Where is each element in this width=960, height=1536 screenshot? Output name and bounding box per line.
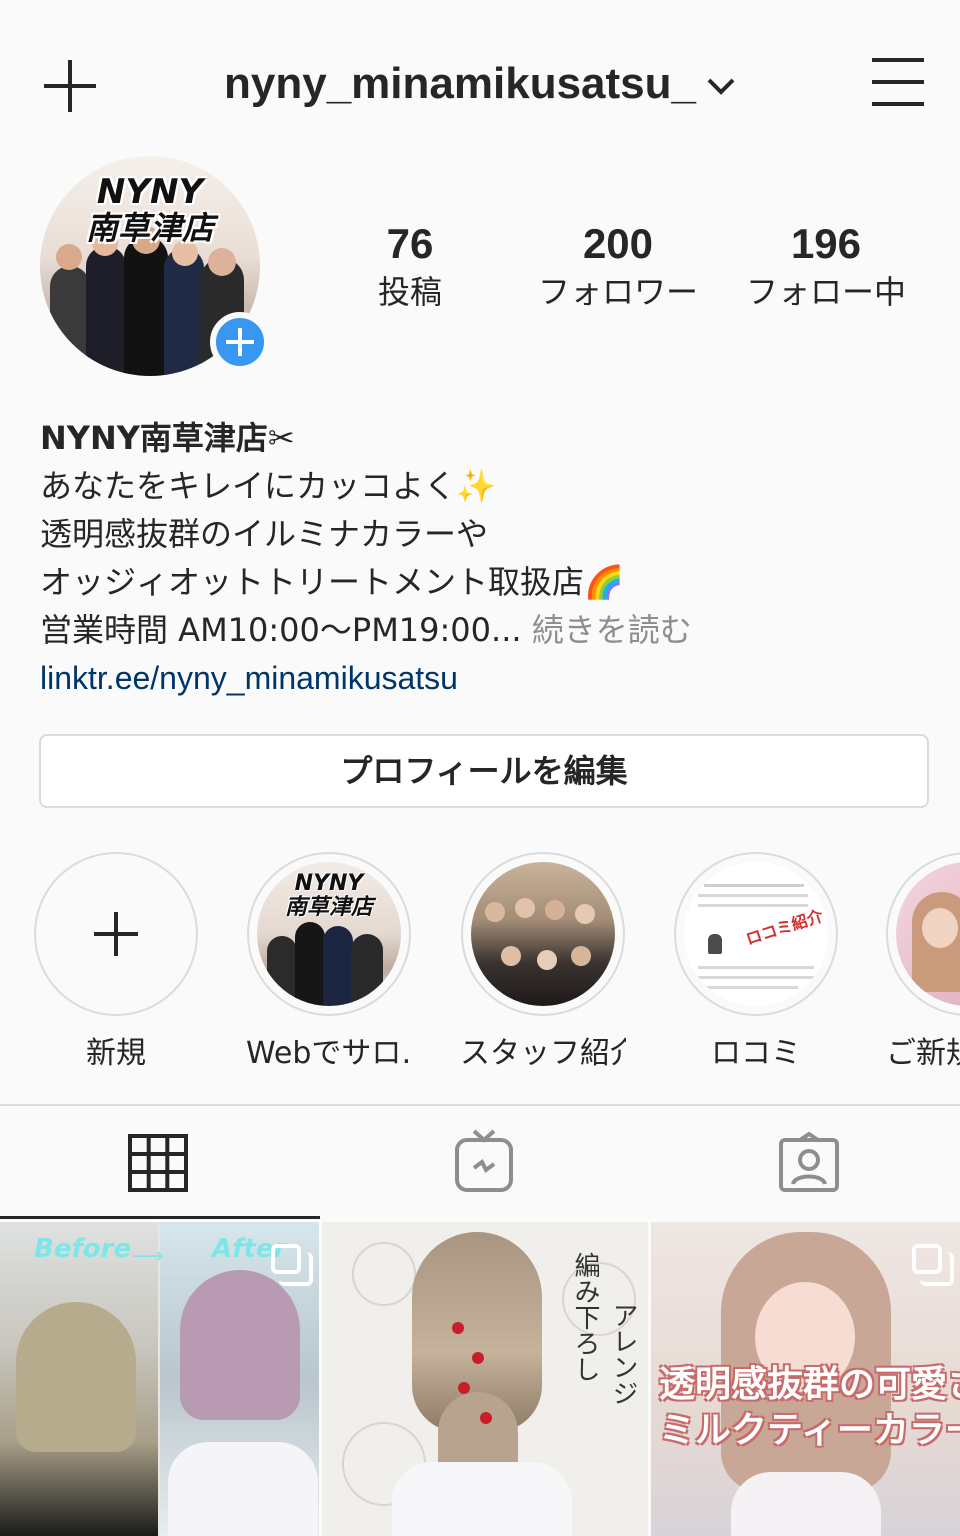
account-switcher[interactable]: nyny_minamikusatsu_ xyxy=(0,58,960,109)
edit-profile-button[interactable]: プロフィールを編集 xyxy=(39,734,929,808)
multiple-photos-icon xyxy=(271,1244,313,1286)
post-thumbnail-1[interactable]: Before After ⟶ xyxy=(0,1222,319,1536)
post-caption-line: ミルクティーカラー xyxy=(659,1410,960,1451)
highlight-ring: NYNY 南草津店 xyxy=(247,852,411,1016)
following-label: フォロー中 xyxy=(745,273,906,311)
bio-link[interactable]: linktr.ee/nyny_minamikusatsu xyxy=(40,654,930,702)
grid-icon xyxy=(128,1134,188,1192)
post-thumbnail-2[interactable]: 編み下ろし アレンジ xyxy=(322,1222,648,1536)
highlight-stamp: NYNY 南草津店 xyxy=(284,871,373,920)
igtv-icon xyxy=(455,1129,513,1192)
highlight-new-customer[interactable]: ご新規 xyxy=(886,852,960,1074)
posts-count: 76 xyxy=(386,220,434,267)
business-hours: 営業時間 AM10:00〜PM19:00... xyxy=(40,611,522,649)
read-more-link[interactable]: 続きを読む xyxy=(532,611,692,649)
stat-following[interactable]: 196 フォロー中 xyxy=(726,218,926,314)
tab-tagged[interactable] xyxy=(640,1106,960,1218)
stat-posts[interactable]: 76 投稿 xyxy=(310,218,510,314)
highlight-ring: ロコミ紹介 xyxy=(674,852,838,1016)
before-label: Before xyxy=(34,1234,132,1264)
highlight-staff[interactable]: スタッフ紹介 xyxy=(460,852,626,1074)
avatar-stamp: NYNY 南草津店 xyxy=(85,172,214,247)
highlight-label: ご新規 xyxy=(886,1036,960,1071)
post-caption-line: 透明感抜群の可愛さ xyxy=(659,1364,960,1405)
posts-label: 投稿 xyxy=(377,273,442,311)
active-tab-indicator xyxy=(0,1216,320,1219)
plus-icon xyxy=(94,912,138,956)
highlight-label: 新規 xyxy=(86,1036,146,1071)
add-story-button[interactable] xyxy=(210,312,270,372)
followers-label: フォロワー xyxy=(537,273,698,311)
highlight-reviews[interactable]: ロコミ紹介 ロコミ xyxy=(673,852,839,1074)
review-badge: ロコミ紹介 xyxy=(743,906,826,949)
highlight-label: ロコミ xyxy=(711,1036,801,1071)
stat-followers[interactable]: 200 フォロワー xyxy=(518,218,718,314)
following-count: 196 xyxy=(790,220,862,267)
highlight-label: Webでサロ… xyxy=(246,1036,412,1071)
display-name: NYNY南草津店✂ xyxy=(40,419,295,457)
post-handwriting: アレンジ xyxy=(608,1302,638,1406)
bio-line: あなたをキレイにカッコよく✨ xyxy=(40,467,496,505)
menu-icon[interactable] xyxy=(868,56,928,108)
highlight-ring xyxy=(886,852,960,1016)
profile-bio: NYNY南草津店✂ あなたをキレイにカッコよく✨ 透明感抜群のイルミナカラーや … xyxy=(40,414,930,702)
bio-line: 営業時間 AM10:00〜PM19:00... 続きを読む xyxy=(40,606,930,654)
chevron-down-icon xyxy=(707,78,735,95)
post-handwriting: 編み下ろし xyxy=(570,1252,600,1382)
tagged-person-icon xyxy=(779,1132,839,1192)
multiple-photos-icon xyxy=(912,1244,954,1286)
highlight-new[interactable]: 新規 xyxy=(33,852,199,1074)
tab-igtv[interactable] xyxy=(320,1106,640,1218)
post-thumbnail-3[interactable]: 透明感抜群の可愛さ ミルクティーカラー xyxy=(651,1222,960,1536)
tab-grid[interactable] xyxy=(0,1106,320,1218)
highlight-web-salon[interactable]: NYNY 南草津店 Webでサロ… xyxy=(246,852,412,1074)
highlight-label: スタッフ紹介 xyxy=(460,1036,626,1071)
highlight-ring xyxy=(461,852,625,1016)
followers-count: 200 xyxy=(582,220,654,267)
bio-line: オッジィオットトリートメント取扱店🌈 xyxy=(40,563,624,601)
arrow-icon: ⟶ xyxy=(132,1244,164,1269)
username-title: nyny_minamikusatsu_ xyxy=(224,59,696,108)
bio-line: 透明感抜群のイルミナカラーや xyxy=(40,515,489,553)
highlight-ring xyxy=(34,852,198,1016)
